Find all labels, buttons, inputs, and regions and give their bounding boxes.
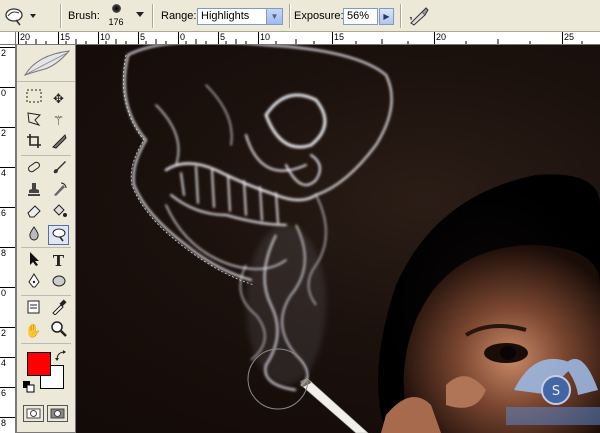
- airbrush-icon[interactable]: [408, 6, 430, 26]
- document-canvas[interactable]: S: [16, 45, 600, 433]
- exposure-input[interactable]: 56%: [343, 8, 378, 25]
- divider: [21, 247, 71, 248]
- ruler-ticks: [25, 39, 583, 44]
- svg-text:S: S: [552, 384, 560, 399]
- ruler-tick-label: 2: [0, 47, 15, 58]
- brush-picker[interactable]: 176: [104, 2, 128, 30]
- brush-tip-preview: [111, 4, 121, 13]
- divider: [21, 343, 71, 344]
- divider: [21, 295, 71, 296]
- zoom-tool-icon[interactable]: [48, 321, 69, 341]
- range-select[interactable]: Highlights ▼: [197, 8, 283, 25]
- paint-bucket-icon[interactable]: [48, 203, 69, 223]
- divider: [400, 4, 402, 28]
- foreground-color-swatch[interactable]: [27, 352, 51, 376]
- chevron-right-icon[interactable]: ▶: [379, 8, 394, 25]
- vertical-ruler: 2 0 2 4 6 8 0 2 4 6 8: [0, 45, 16, 433]
- default-colors-icon[interactable]: [23, 381, 35, 393]
- blur-tool-icon[interactable]: [23, 225, 44, 245]
- pen-tool-icon[interactable]: [23, 273, 44, 293]
- quick-mask-button[interactable]: [47, 405, 68, 422]
- ruler-tick-label: 4: [0, 167, 15, 178]
- notes-tool-icon[interactable]: [23, 299, 44, 319]
- smoke-skull-artwork: S: [123, 45, 600, 433]
- dodge-tool-icon[interactable]: [48, 225, 69, 245]
- horizontal-ruler: 20 15 10 5 0 5 10 15 20 25: [16, 32, 600, 45]
- history-brush-icon[interactable]: [48, 181, 69, 201]
- type-tool-icon[interactable]: T: [48, 251, 69, 271]
- hand-tool-icon[interactable]: ✋: [23, 321, 44, 341]
- magic-wand-icon[interactable]: ⚚: [48, 111, 69, 131]
- options-bar: Brush: 176 Range: Highlights ▼ Exposure:…: [0, 0, 600, 32]
- clone-stamp-icon[interactable]: [23, 181, 44, 201]
- move-tool-icon[interactable]: ✥: [48, 89, 69, 109]
- chevron-down-icon: [30, 14, 36, 18]
- exposure-label: Exposure:: [294, 10, 344, 22]
- feather-icon: [23, 50, 71, 76]
- crop-tool-icon[interactable]: [23, 133, 44, 153]
- standard-mode-button[interactable]: [23, 405, 44, 422]
- ruler-tick-label: 4: [0, 357, 15, 368]
- eyedropper-icon[interactable]: [48, 299, 69, 319]
- ruler-tick-label: 6: [0, 387, 15, 398]
- slice-tool-icon[interactable]: [48, 133, 69, 153]
- path-selection-icon[interactable]: [23, 251, 44, 271]
- range-value: Highlights: [201, 10, 250, 22]
- divider: [21, 155, 71, 156]
- swap-colors-icon[interactable]: [55, 350, 67, 362]
- brush-size: 176: [108, 17, 124, 27]
- dodge-tool-icon: [5, 8, 36, 26]
- range-label: Range:: [161, 10, 197, 22]
- ruler-tick-label: 0: [0, 287, 15, 298]
- divider: [152, 4, 154, 28]
- toolbox-panel: ✥ ⚚ T ✋: [16, 44, 76, 433]
- toolbox-header[interactable]: [17, 45, 75, 82]
- tool-preset-picker[interactable]: [4, 0, 38, 32]
- chevron-down-icon[interactable]: [136, 12, 144, 18]
- ruler-tick-label: 2: [0, 127, 15, 138]
- ruler-tick-label: 2: [0, 327, 15, 338]
- ruler-tick-label: 8: [0, 417, 15, 428]
- eraser-tool-icon[interactable]: [23, 203, 44, 223]
- brush-tool-icon[interactable]: [48, 159, 69, 179]
- ruler-tick-label: 8: [0, 247, 15, 258]
- healing-brush-icon[interactable]: [23, 159, 44, 179]
- chevron-down-icon[interactable]: ▼: [266, 9, 282, 24]
- lasso-tool-icon[interactable]: [23, 111, 44, 131]
- divider: [60, 4, 62, 28]
- shape-tool-icon[interactable]: [48, 273, 69, 293]
- ruler-origin[interactable]: [0, 32, 16, 45]
- ruler-tick-label: 0: [0, 87, 15, 98]
- brush-label: Brush:: [68, 10, 100, 22]
- marquee-tool-icon[interactable]: [23, 89, 44, 109]
- ruler-tick-label: 6: [0, 207, 15, 218]
- divider: [289, 4, 291, 28]
